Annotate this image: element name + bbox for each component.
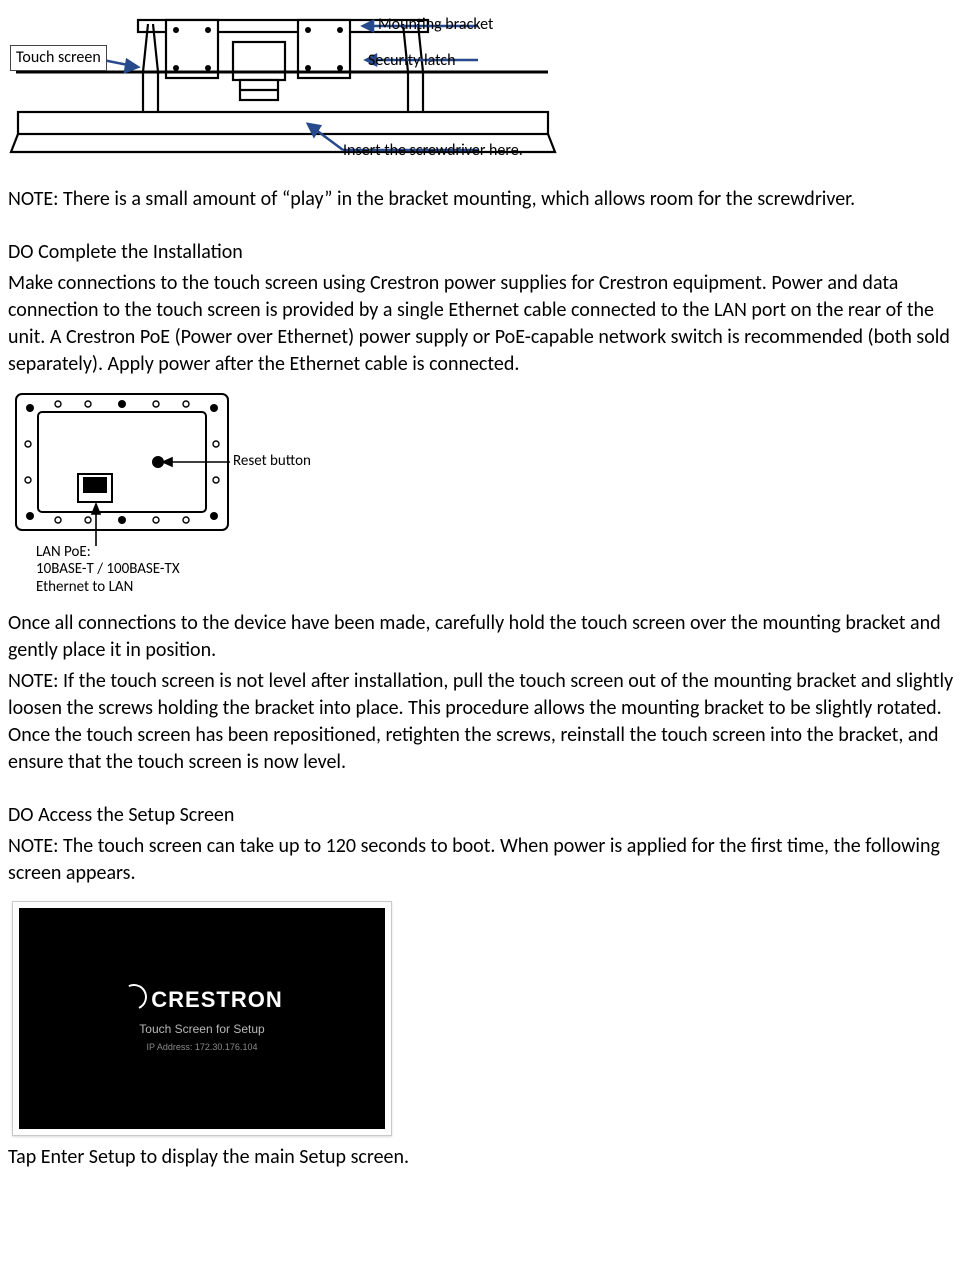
label-lan-line3: Ethernet to LAN xyxy=(36,579,180,596)
label-reset-button: Reset button xyxy=(233,453,311,470)
figure-rear-panel: Reset button LAN PoE: 10BASE-T / 100BASE… xyxy=(8,386,368,596)
label-lan-line2: 10BASE-T / 100BASE-TX xyxy=(36,561,180,578)
boot-subtitle: Touch Screen for Setup xyxy=(139,1021,264,1037)
para-place-in-position: Once all connections to the device have … xyxy=(8,610,964,664)
note-play: NOTE: There is a small amount of “play” … xyxy=(8,186,964,213)
label-lan-line1: LAN PoE: xyxy=(36,544,180,561)
body-complete-installation: Make connections to the touch screen usi… xyxy=(8,270,964,378)
closing-line: Tap Enter Setup to display the main Setu… xyxy=(8,1144,964,1171)
label-mounting-bracket: Mounting bracket xyxy=(378,14,493,36)
crestron-logo: CRESTRON xyxy=(121,984,282,1015)
heading-access-setup: DO Access the Setup Screen xyxy=(8,802,964,829)
heading-complete-installation: DO Complete the Installation xyxy=(8,239,964,266)
label-security-latch: Security latch xyxy=(368,50,455,72)
note-level: NOTE: If the touch screen is not level a… xyxy=(8,668,964,776)
figure-mounting-bracket: Touch screen Mounting bracket Security l… xyxy=(8,12,618,172)
label-touch-screen: Touch screen xyxy=(10,45,107,71)
figure-boot-screen: CRESTRON Touch Screen for Setup IP Addre… xyxy=(12,901,392,1136)
note-boot-time: NOTE: The touch screen can take up to 12… xyxy=(8,833,964,887)
crestron-swirl-icon xyxy=(118,980,151,1013)
boot-ip-address: IP Address: 172.30.176.104 xyxy=(147,1041,258,1053)
label-insert-screwdriver: Insert the screwdriver here. xyxy=(343,140,523,162)
